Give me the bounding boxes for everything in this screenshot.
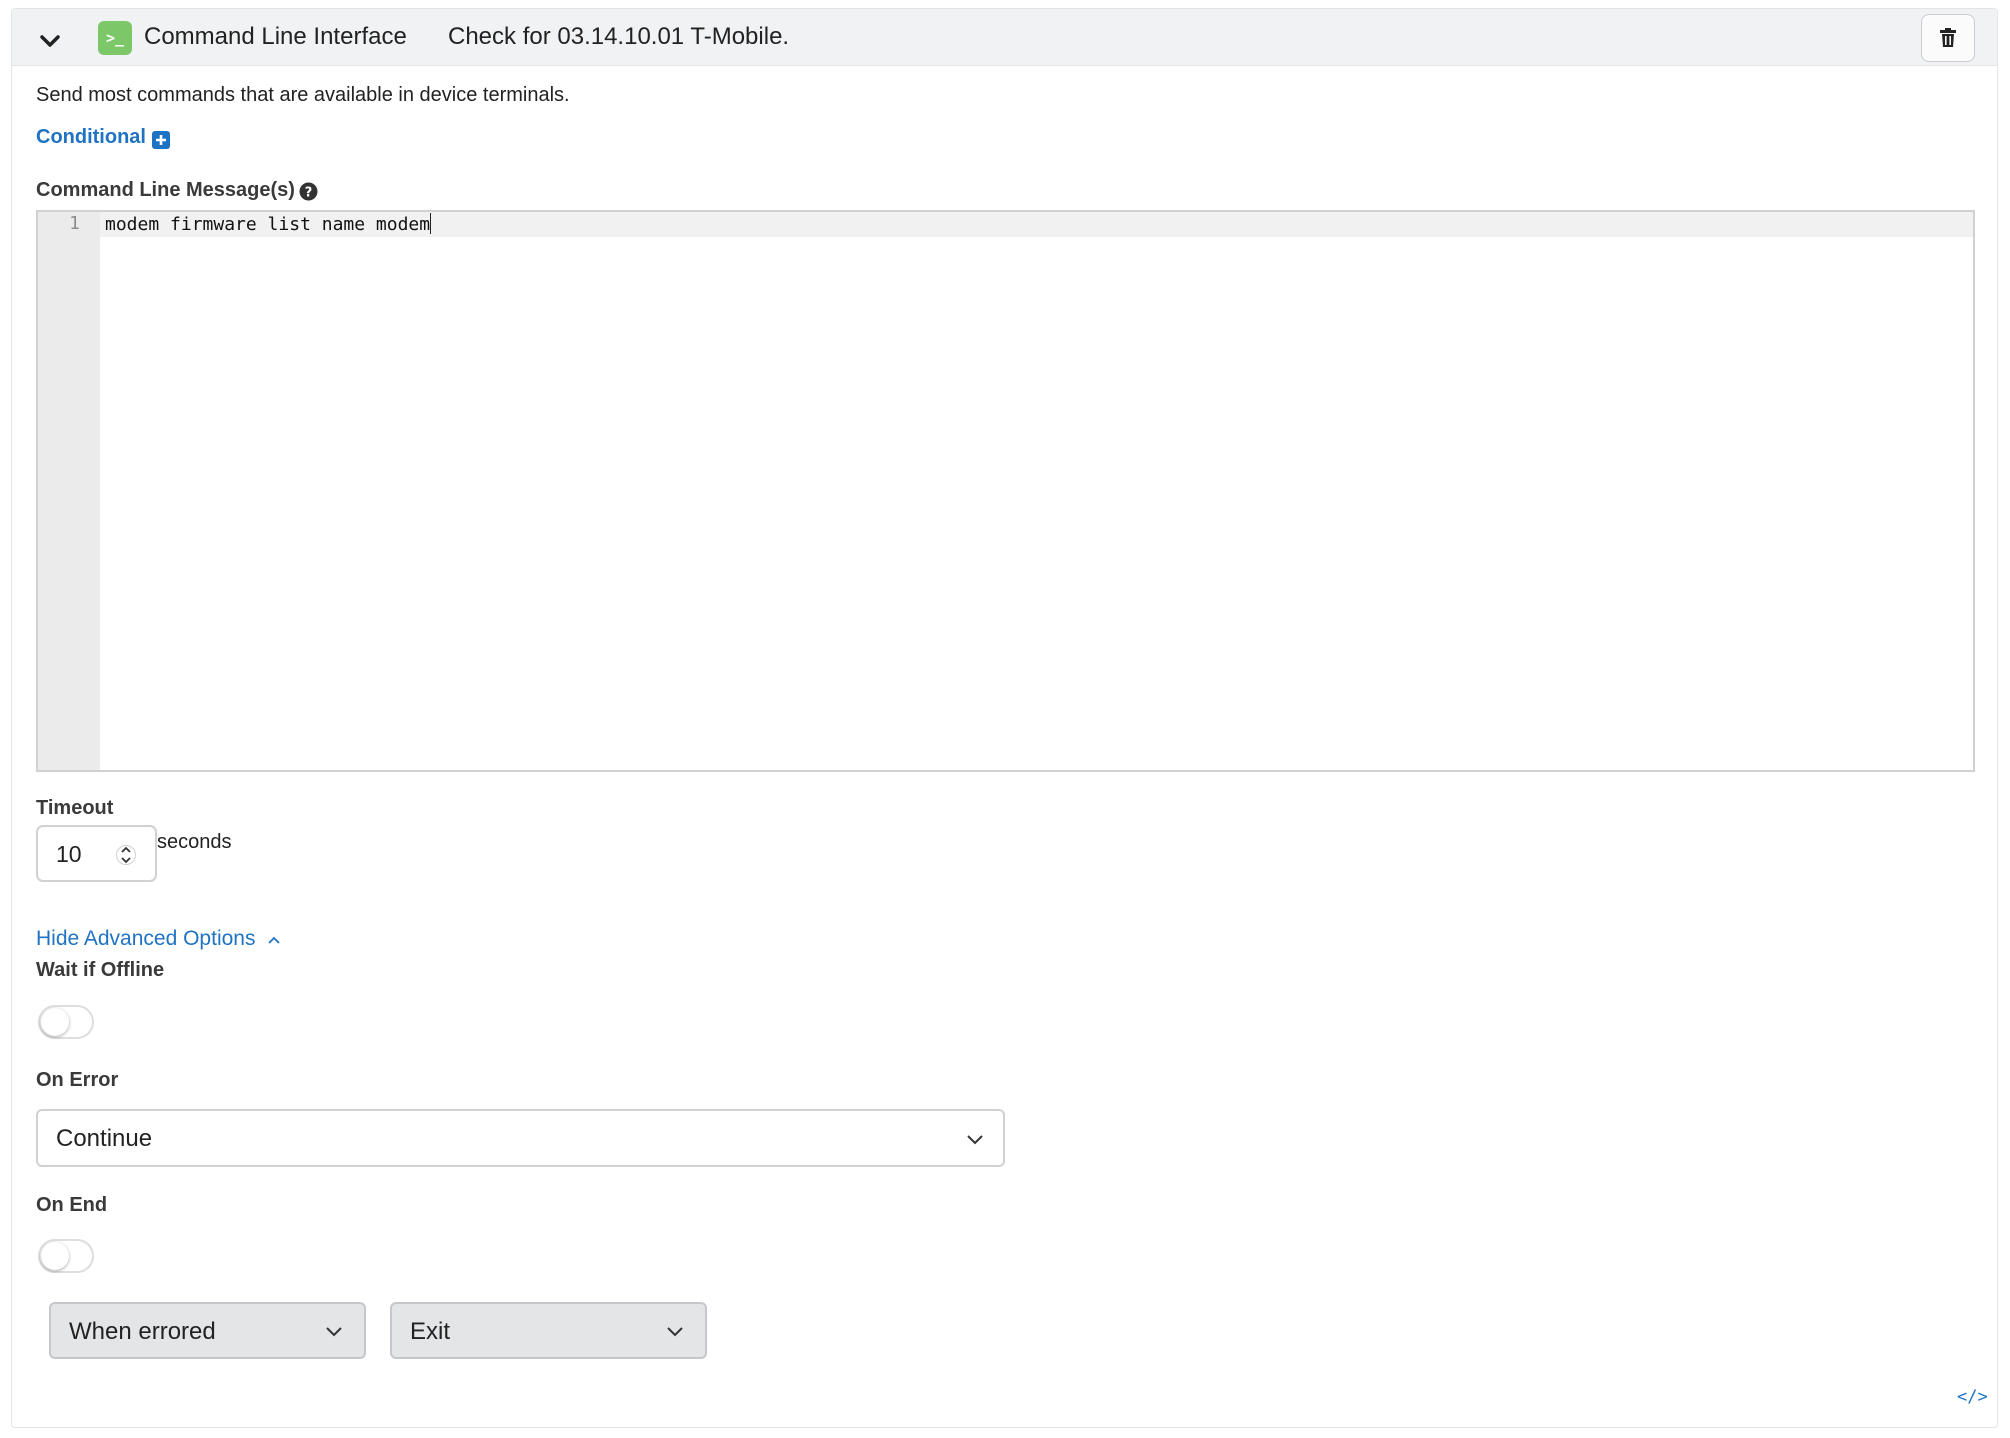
delete-step-button[interactable] (1921, 14, 1975, 62)
step-description: Send most commands that are available in… (36, 84, 570, 106)
code-line-text[interactable]: modem firmware list name modem (105, 214, 430, 235)
on-end-action-select[interactable]: Exit (390, 1302, 707, 1359)
terminal-icon: >_ (98, 21, 132, 55)
timeout-unit: seconds (157, 831, 232, 853)
wait-if-offline-label: Wait if Offline (36, 959, 165, 981)
chevron-down-icon[interactable] (37, 28, 63, 54)
timeout-label: Timeout (36, 797, 114, 819)
chevron-down-icon (667, 1327, 683, 1337)
code-line[interactable]: modem firmware list name modem (105, 213, 432, 235)
command-editor[interactable]: 1 modem firmware list name modem (36, 210, 1975, 772)
timeout-input[interactable]: 10 (36, 825, 157, 882)
messages-label: Command Line Message(s) (36, 179, 295, 201)
chevron-up-icon[interactable] (266, 932, 282, 948)
command-line-interface-step-panel: >_ Command Line Interface Check for 03.1… (11, 8, 1998, 1428)
toggle-knob (41, 1242, 69, 1270)
trash-icon (1940, 28, 1956, 47)
step-header[interactable]: >_ Command Line Interface Check for 03.1… (12, 9, 1997, 66)
on-end-condition-value: When errored (69, 1318, 216, 1345)
chevron-down-icon (326, 1327, 342, 1337)
line-number: 1 (69, 213, 80, 234)
hide-advanced-options-link[interactable]: Hide Advanced Options (36, 927, 255, 951)
conditional-link[interactable]: Conditional (36, 126, 146, 149)
code-view-icon[interactable]: </> (1957, 1387, 1988, 1409)
text-cursor (430, 213, 432, 234)
plus-square-icon[interactable] (152, 131, 170, 149)
timeout-value[interactable]: 10 (56, 841, 82, 868)
on-end-toggle[interactable] (38, 1239, 94, 1273)
on-end-action-value: Exit (410, 1318, 451, 1345)
step-title: Command Line Interface (144, 23, 407, 50)
wait-if-offline-toggle[interactable] (38, 1005, 94, 1039)
chevron-down-icon (967, 1135, 983, 1145)
on-end-condition-select[interactable]: When errored (49, 1302, 366, 1359)
on-error-select[interactable]: Continue (36, 1109, 1005, 1167)
on-error-label: On Error (36, 1069, 119, 1091)
svg-text:?: ? (305, 186, 313, 201)
editor-gutter (38, 212, 100, 770)
on-error-selected-value: Continue (56, 1125, 153, 1152)
on-end-label: On End (36, 1194, 108, 1216)
step-subtitle[interactable]: Check for 03.14.10.01 T-Mobile. (448, 23, 789, 51)
number-spinner-icon[interactable] (116, 841, 136, 869)
question-circle-icon[interactable]: ? (299, 182, 318, 201)
toggle-knob (41, 1008, 69, 1036)
